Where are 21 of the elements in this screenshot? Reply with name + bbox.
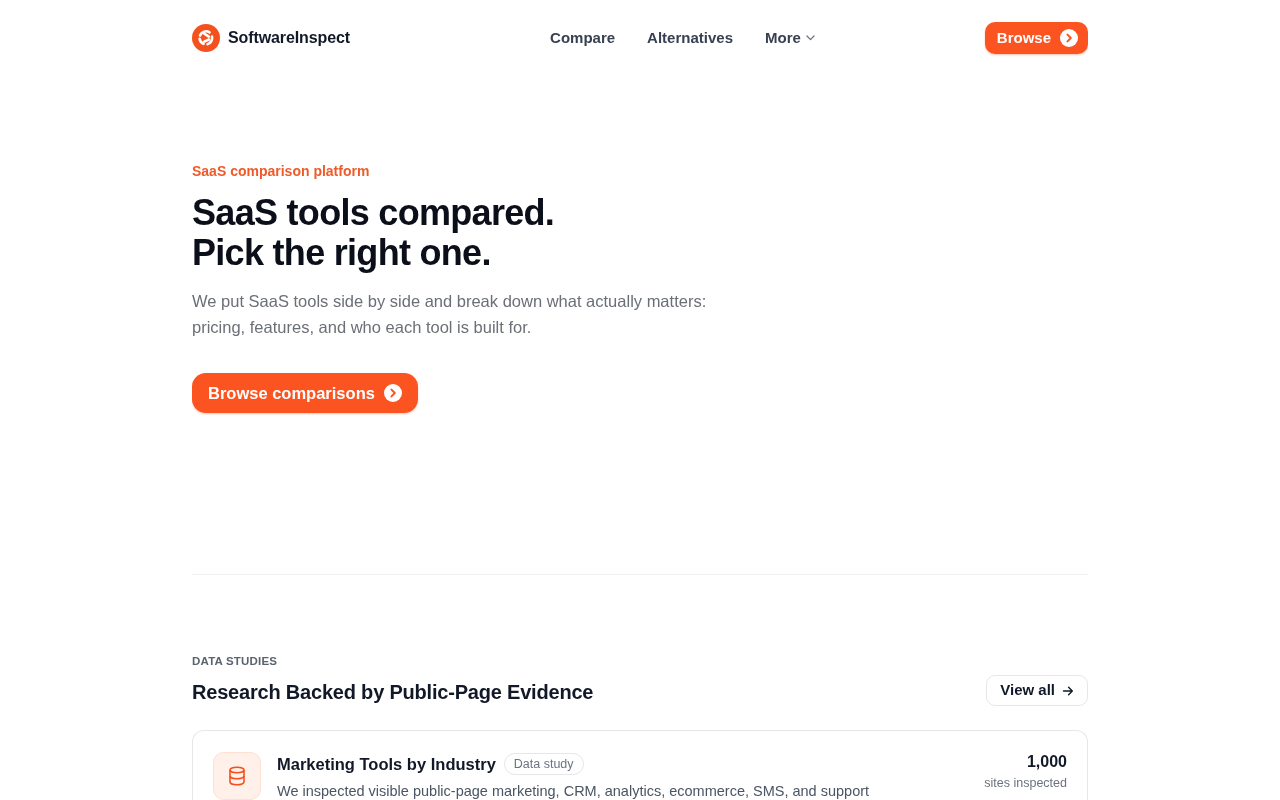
section-eyebrow: DATA STUDIES bbox=[192, 654, 279, 669]
brand-name[interactable]: SoftwareInspect bbox=[228, 26, 351, 50]
nav-link[interactable]: Compare bbox=[550, 26, 616, 50]
stat-label: sites inspected bbox=[984, 775, 1067, 792]
view-all-button[interactable]: View all bbox=[986, 675, 1088, 706]
hero-heading: SaaS tools compared. Pick the right one. bbox=[192, 193, 556, 273]
nav-dropdown[interactable]: More bbox=[765, 26, 815, 50]
study-title[interactable]: Marketing Tools by Industry bbox=[277, 752, 496, 776]
study-description: We inspected visible public-page marketing, CRM, analytics, ecommerce, SMS, and support bbox=[277, 782, 871, 800]
hero-eyebrow: SaaS comparison platform bbox=[192, 162, 371, 181]
section-heading: Research Backed by Public-Page Evidence bbox=[192, 680, 594, 704]
chevron-circle-icon bbox=[383, 384, 402, 402]
stat-value: 1,000 bbox=[1025, 752, 1067, 772]
arrow-right-icon bbox=[1062, 684, 1074, 697]
chevron-down-icon bbox=[805, 35, 815, 41]
study-card[interactable]: Marketing Tools by Industry Data study We inspected visible public-page marketing, CRM, analytics, ecommerce, SMS, and support 1,000 sites inspected bbox=[192, 730, 1088, 800]
nav-link[interactable]: Alternatives bbox=[647, 26, 733, 50]
hero-description: We put SaaS tools side by side and break down what actually matters: pricing, features, and who each tool is built for. bbox=[192, 291, 708, 338]
database-icon bbox=[213, 752, 261, 800]
chevron-circle-icon bbox=[1060, 29, 1078, 47]
logo-icon bbox=[192, 24, 220, 52]
